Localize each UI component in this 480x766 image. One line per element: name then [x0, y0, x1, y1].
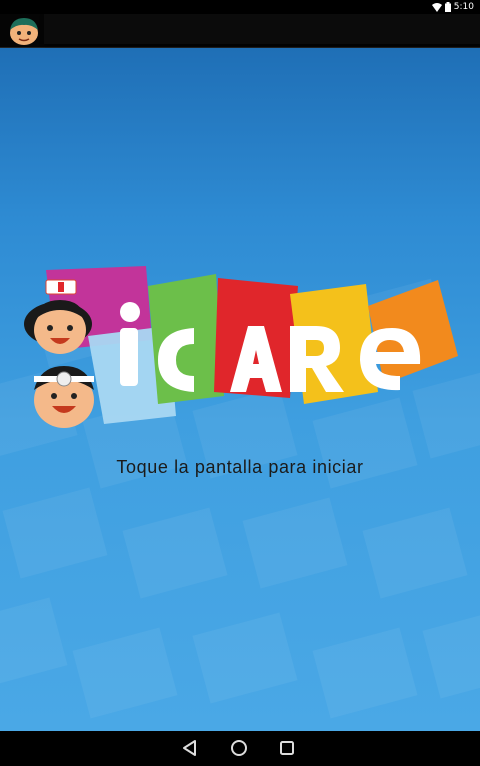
app-bar	[0, 14, 480, 48]
tap-to-start-text[interactable]: Toque la pantalla para iniciar	[0, 457, 480, 478]
status-icons: 5:10	[431, 1, 474, 13]
back-icon[interactable]	[180, 738, 200, 758]
home-icon[interactable]	[229, 738, 249, 758]
navigation-bar	[0, 731, 480, 766]
kid-face-icon[interactable]	[7, 16, 41, 46]
status-time: 5:10	[453, 2, 474, 12]
icare-logo	[24, 266, 458, 428]
doctor-face-icon	[34, 366, 94, 428]
app-bar-strip	[44, 14, 480, 44]
recents-icon[interactable]	[277, 738, 297, 758]
wifi-icon	[431, 2, 442, 12]
battery-icon	[444, 2, 451, 12]
splash-screen[interactable]: Toque la pantalla para iniciar	[0, 48, 480, 731]
status-bar: 5:10	[0, 0, 480, 14]
